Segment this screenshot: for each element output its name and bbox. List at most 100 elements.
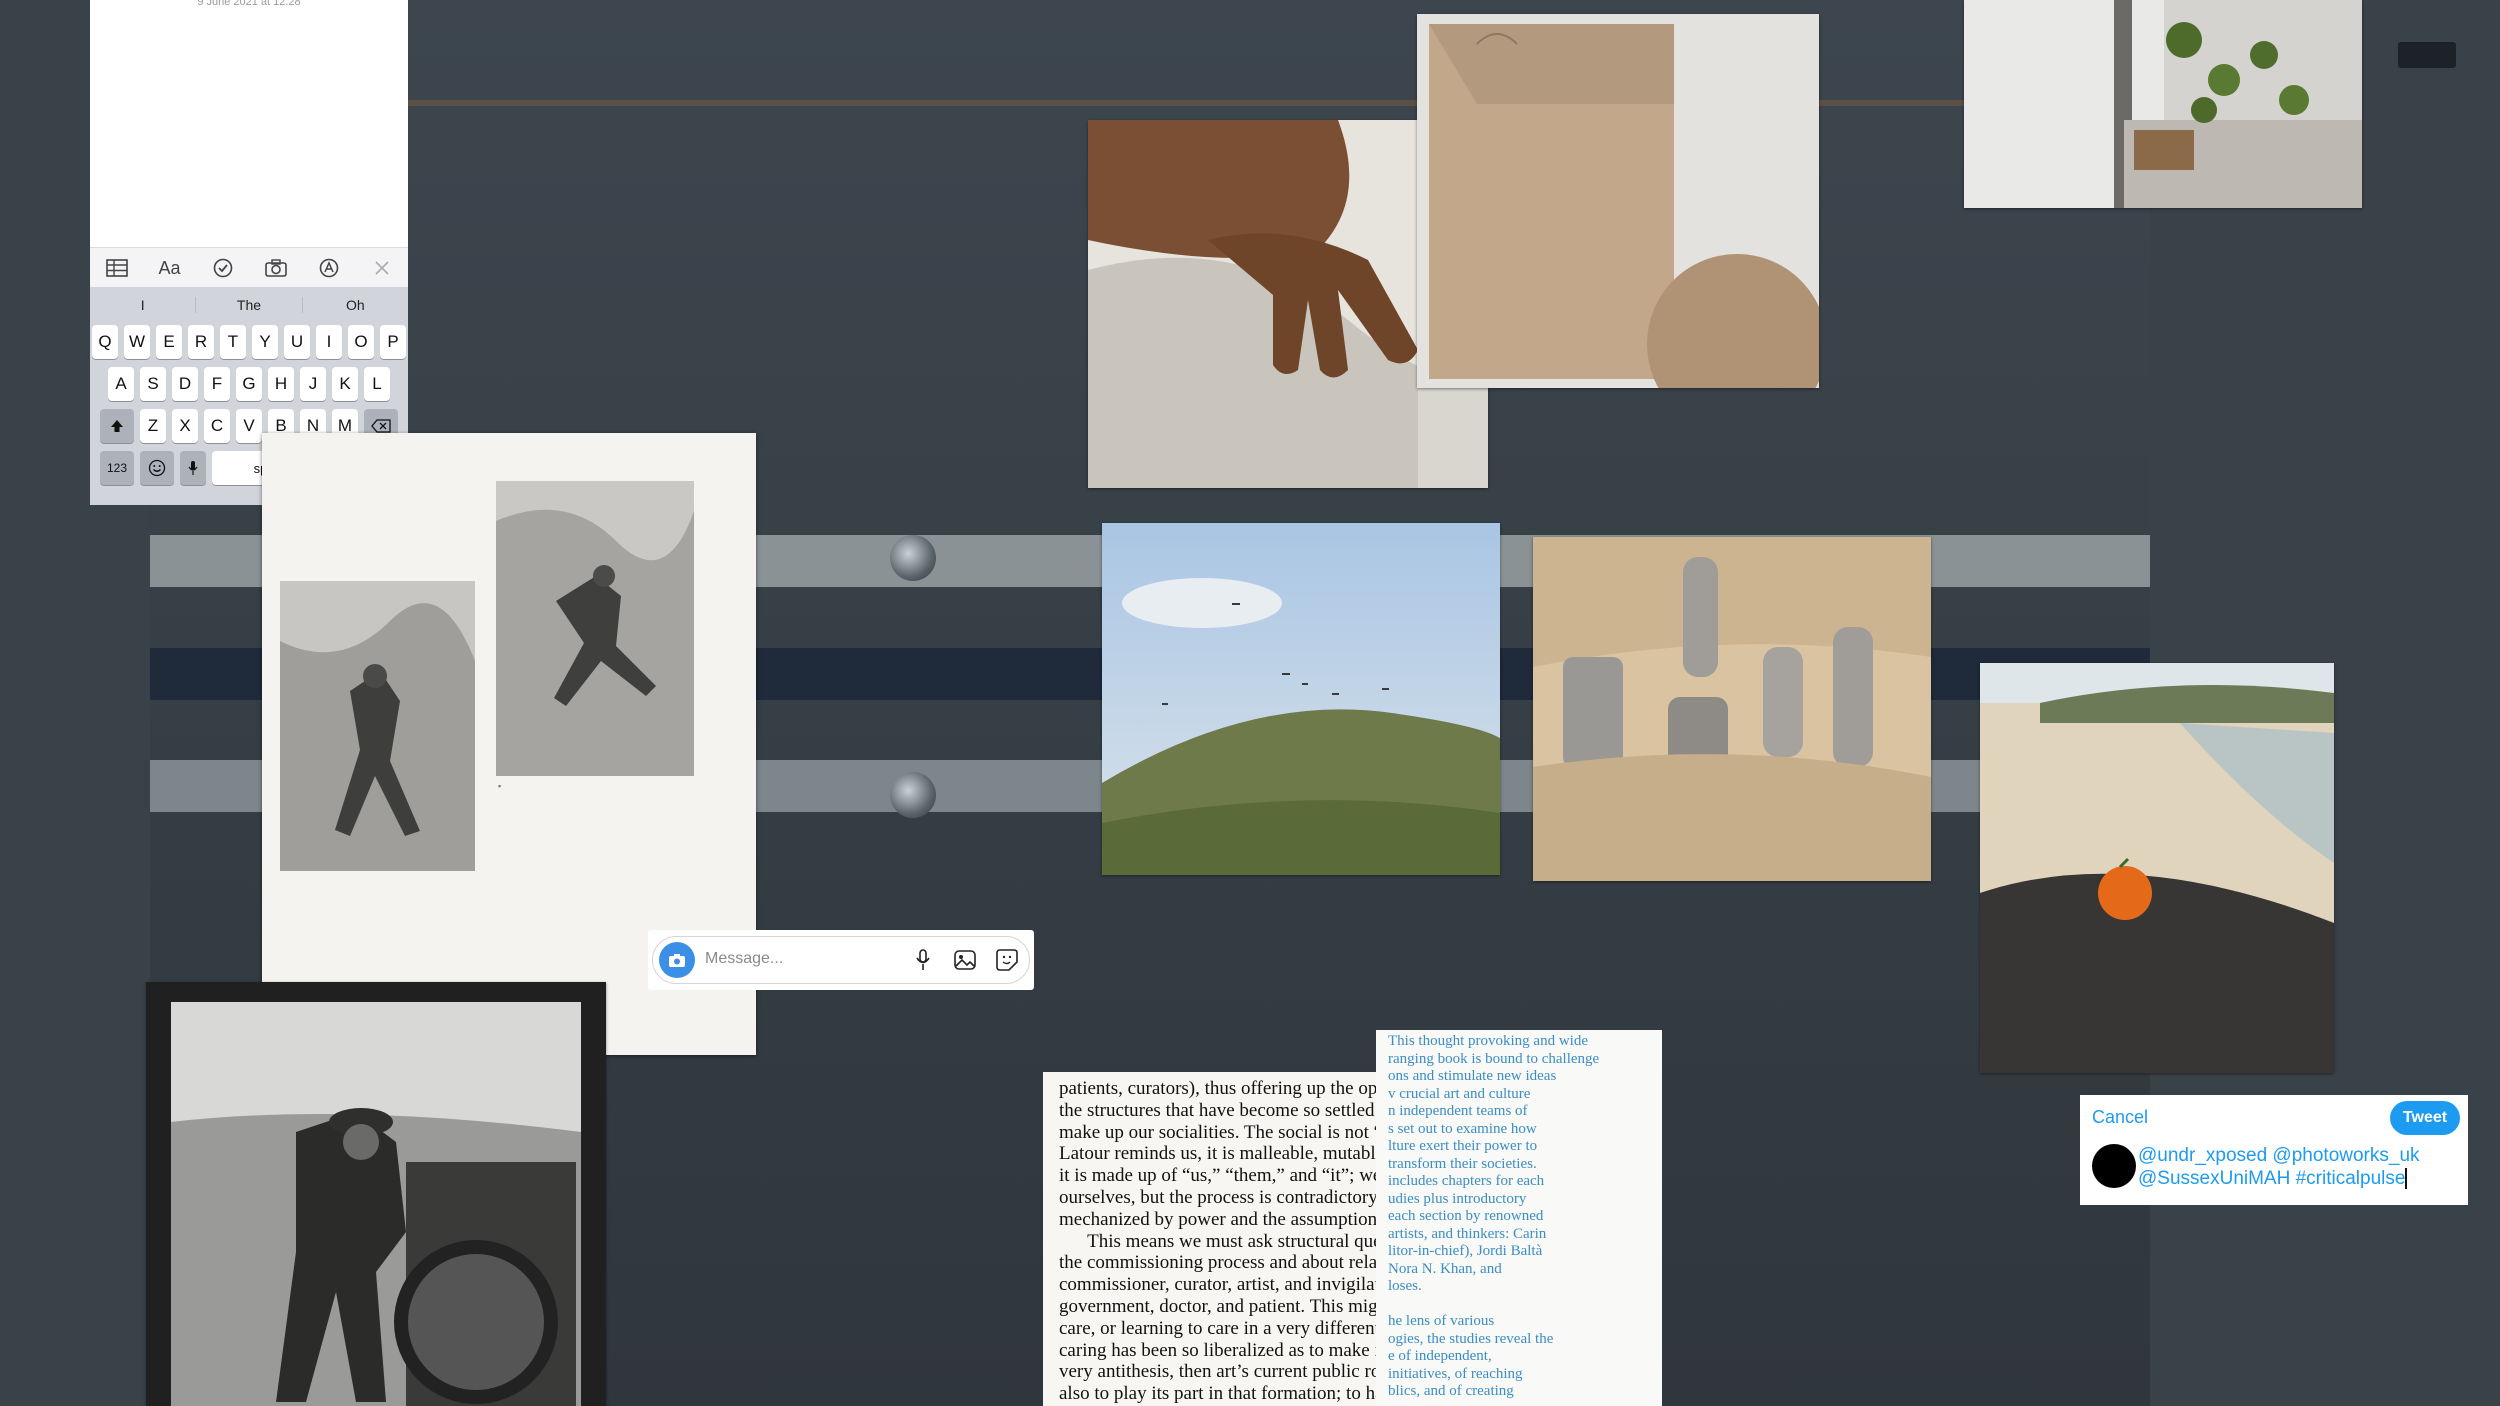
photo-caption: ▪ xyxy=(498,781,502,791)
key[interactable]: L xyxy=(364,367,390,401)
background-trim xyxy=(400,100,2120,106)
tweet-composer: Cancel Tweet @undr_xposed @photoworks_uk… xyxy=(2080,1095,2468,1205)
text-line: s set out to examine how xyxy=(1388,1120,1537,1137)
text-line: transform their societies. xyxy=(1388,1155,1537,1172)
shift-icon xyxy=(111,420,123,432)
checklist-icon[interactable] xyxy=(209,254,237,282)
text-line xyxy=(1388,1296,1599,1314)
text-line: loses. xyxy=(1388,1278,1422,1294)
key[interactable]: C xyxy=(204,409,230,443)
text-line: ranging book is bound to challenge xyxy=(1388,1050,1600,1067)
microphone-icon xyxy=(188,461,198,475)
camera-button[interactable] xyxy=(659,942,695,978)
backspace-icon xyxy=(371,419,391,433)
stones-photo xyxy=(1533,537,1931,881)
key[interactable]: U xyxy=(284,325,310,359)
dictation-key[interactable] xyxy=(180,451,206,485)
avatar xyxy=(2092,1144,2136,1188)
text-caret xyxy=(2405,1168,2408,1190)
text-line: udies plus introductory xyxy=(1388,1190,1527,1207)
key[interactable]: X xyxy=(172,409,198,443)
tweet-mentions: @SussexUniMAH #criticalpulse xyxy=(2138,1168,2406,1189)
notes-app: 9 June 2021 at 12:28 Aa I The Oh Q W E R xyxy=(90,0,408,505)
shift-key[interactable] xyxy=(100,409,134,443)
key[interactable]: H xyxy=(268,367,294,401)
key[interactable]: O xyxy=(348,325,374,359)
key[interactable]: S xyxy=(140,367,166,401)
tweet-button[interactable]: Tweet xyxy=(2390,1101,2460,1135)
key[interactable]: E xyxy=(156,325,182,359)
text-line: ogies, the studies reveal the xyxy=(1388,1330,1554,1347)
tweet-input[interactable]: @undr_xposed @photoworks_uk @SussexUniMA… xyxy=(2138,1144,2458,1190)
key[interactable]: G xyxy=(236,367,262,401)
keyboard-row: A S D F G H J K L xyxy=(90,367,408,401)
door-knob xyxy=(890,535,936,581)
key[interactable]: W xyxy=(124,325,150,359)
background-slot xyxy=(2398,42,2456,68)
numbers-key[interactable]: 123 xyxy=(100,451,134,485)
key[interactable]: K xyxy=(332,367,358,401)
text-line: he lens of various xyxy=(1388,1313,1495,1329)
message-input-container: Message... xyxy=(652,936,1030,984)
mechanic-photo xyxy=(146,982,606,1406)
text-line: initiatives, of reaching xyxy=(1388,1365,1523,1382)
keyboard-row: Q W E R T Y U I O P xyxy=(90,325,408,359)
message-composer: Message... xyxy=(648,930,1034,990)
text-line: Nora N. Khan, and xyxy=(1388,1260,1502,1277)
markup-icon[interactable] xyxy=(315,254,343,282)
plant-photo xyxy=(1964,0,2362,208)
key[interactable]: Z xyxy=(140,409,166,443)
text-line: litor-in-chief), Jordi Baltà xyxy=(1388,1243,1543,1259)
door-knob xyxy=(890,772,936,818)
suggestion-bar: I The Oh xyxy=(90,287,408,323)
text-line: e of independent, xyxy=(1388,1348,1492,1364)
key[interactable]: J xyxy=(300,367,326,401)
envelope-photo xyxy=(1417,14,1819,388)
key[interactable]: Q xyxy=(92,325,118,359)
suggestion-item[interactable]: Oh xyxy=(303,297,408,313)
emoji-icon xyxy=(148,459,166,477)
key[interactable]: A xyxy=(108,367,134,401)
text-line: lture exert their power to xyxy=(1388,1138,1538,1154)
paragliders-photo xyxy=(1102,523,1500,875)
text-line: n independent teams of xyxy=(1388,1103,1528,1119)
tweet-line: @SussexUniMAH #criticalpulse xyxy=(2138,1167,2458,1190)
message-input[interactable]: Message... xyxy=(705,950,783,968)
note-date: 9 June 2021 at 12:28 xyxy=(197,0,301,8)
suggestion-item[interactable]: The xyxy=(196,297,303,313)
beach-orange-photo xyxy=(1980,663,2334,1073)
book-blurb-page: This thought provoking and wide ranging b… xyxy=(1376,1030,1662,1406)
key[interactable]: Y xyxy=(252,325,278,359)
key[interactable]: R xyxy=(188,325,214,359)
key[interactable]: I xyxy=(316,325,342,359)
key[interactable]: P xyxy=(380,325,406,359)
table-icon[interactable] xyxy=(103,254,131,282)
key[interactable]: T xyxy=(220,325,246,359)
cancel-button[interactable]: Cancel xyxy=(2092,1107,2148,1128)
message-actions xyxy=(909,946,1021,974)
close-icon[interactable] xyxy=(368,254,396,282)
text-line: each section by renowned xyxy=(1388,1208,1544,1224)
climber-photo xyxy=(280,581,475,871)
suggestion-item[interactable]: I xyxy=(90,297,197,313)
key[interactable]: V xyxy=(236,409,262,443)
camera-icon xyxy=(669,953,685,967)
sticker-icon[interactable] xyxy=(993,946,1021,974)
key[interactable]: F xyxy=(204,367,230,401)
text-line: blics, and of creating xyxy=(1388,1383,1514,1399)
tweet-line: @undr_xposed @photoworks_uk xyxy=(2138,1145,2420,1166)
gallery-icon[interactable] xyxy=(951,946,979,974)
text-line: includes chapters for each xyxy=(1388,1173,1545,1189)
text-line: This thought provoking and wide xyxy=(1388,1033,1588,1049)
emoji-key[interactable] xyxy=(140,451,174,485)
notes-toolbar: Aa xyxy=(90,247,408,288)
camera-icon[interactable] xyxy=(262,254,290,282)
microphone-icon[interactable] xyxy=(909,946,937,974)
text-line: v crucial art and culture xyxy=(1388,1085,1531,1102)
key[interactable]: D xyxy=(172,367,198,401)
text-line: ons and stimulate new ideas xyxy=(1388,1068,1557,1084)
text-line: artists, and thinkers: Carin xyxy=(1388,1225,1547,1242)
blurb-paragraph: This thought provoking and wide ranging b… xyxy=(1388,1033,1599,1401)
climber-photo xyxy=(496,481,694,776)
format-icon[interactable]: Aa xyxy=(156,254,184,282)
